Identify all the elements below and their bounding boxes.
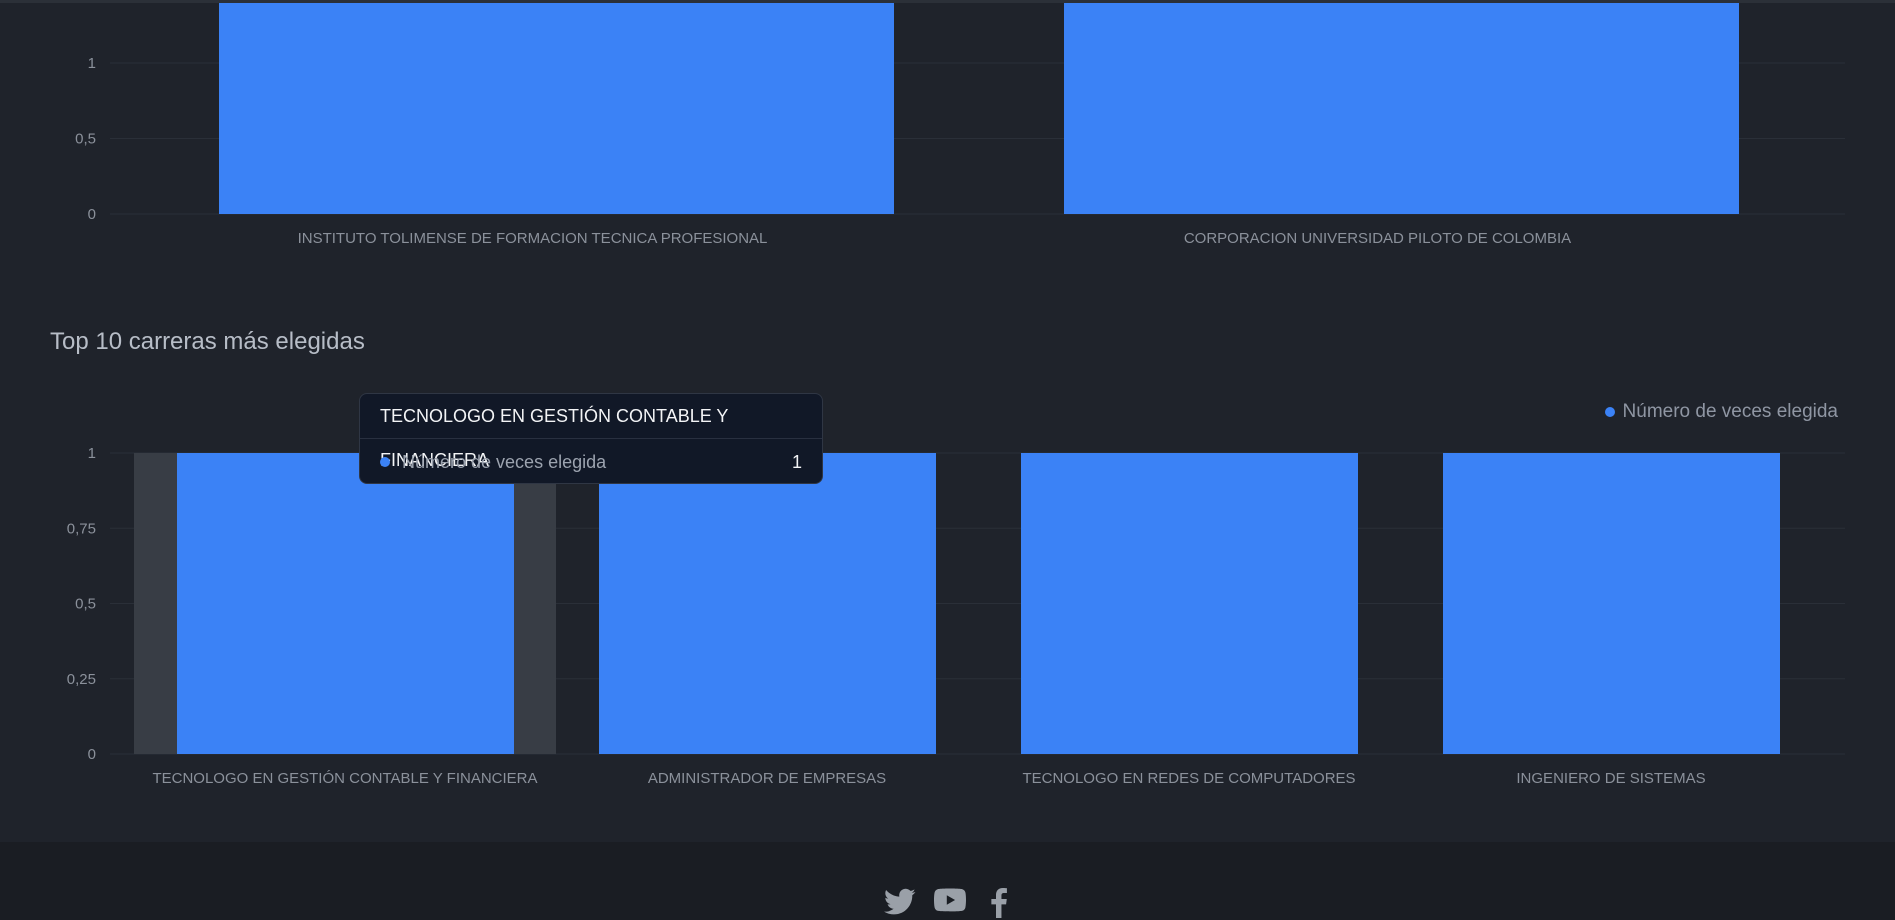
youtube-icon xyxy=(934,888,966,912)
facebook-link[interactable] xyxy=(990,888,1008,918)
y-tick-label: 0,5 xyxy=(75,596,96,613)
legend-swatch xyxy=(1604,407,1615,417)
twitter-icon xyxy=(884,888,916,915)
youtube-link[interactable] xyxy=(934,888,966,912)
bar xyxy=(1443,453,1780,754)
twitter-link[interactable] xyxy=(884,888,916,916)
tooltip-series-label: Número de veces elegida xyxy=(402,451,607,472)
bar xyxy=(177,453,514,754)
y-tick-label: 0 xyxy=(88,746,96,763)
y-tick-label: 0 xyxy=(88,206,96,223)
x-category-label: INSTITUTO TOLIMENSE DE FORMACION TECNICA… xyxy=(298,230,768,247)
bar xyxy=(219,3,894,214)
bar xyxy=(599,453,936,754)
section-title-top-careers: Top 10 carreras más elegidas xyxy=(50,328,365,355)
tooltip-value: 1 xyxy=(791,451,802,472)
tooltip-series-swatch xyxy=(380,457,390,467)
facebook-icon xyxy=(991,888,1007,918)
x-category-label: TECNOLOGO EN REDES DE COMPUTADORES xyxy=(1022,770,1355,787)
chart-legend[interactable]: Número de veces elegida xyxy=(1604,401,1838,423)
bar xyxy=(1064,3,1739,214)
x-category-label: INGENIERO DE SISTEMAS xyxy=(1516,770,1705,787)
y-tick-label: 1 xyxy=(88,445,96,462)
x-category-label: CORPORACION UNIVERSIDAD PILOTO DE COLOMB… xyxy=(1184,230,1571,247)
legend-label: Número de veces elegida xyxy=(1622,401,1838,422)
x-category-label: TECNOLOGO EN GESTIÓN CONTABLE Y FINANCIE… xyxy=(152,770,537,787)
y-tick-label: 1 xyxy=(88,55,96,72)
y-tick-label: 0,25 xyxy=(67,671,96,688)
y-tick-label: 0,75 xyxy=(67,520,96,537)
chart-tooltip: TECNOLOGO EN GESTIÓN CONTABLE Y FINANCIE… xyxy=(359,393,823,484)
bar xyxy=(1021,453,1358,754)
tooltip-title: TECNOLOGO EN GESTIÓN CONTABLE Y FINANCIE… xyxy=(360,394,822,470)
y-tick-label: 0,5 xyxy=(75,131,96,148)
x-category-label: ADMINISTRADOR DE EMPRESAS xyxy=(648,770,886,787)
